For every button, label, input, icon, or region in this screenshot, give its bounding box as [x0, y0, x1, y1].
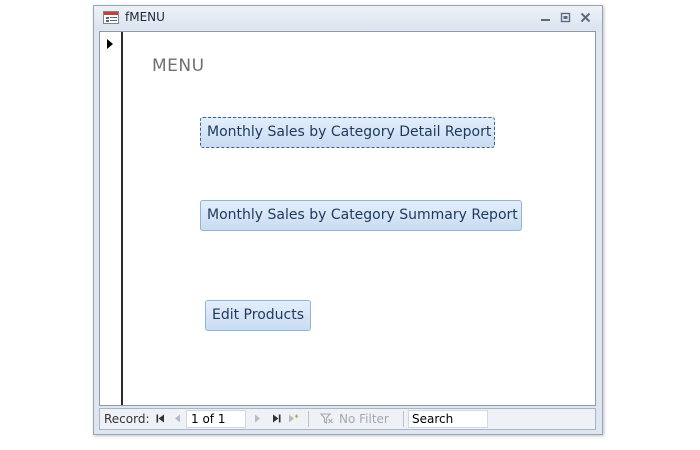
previous-record-icon[interactable] [174, 409, 181, 429]
nav-separator [308, 411, 309, 427]
first-record-icon[interactable] [156, 409, 165, 429]
window-title: fMENU [125, 10, 165, 24]
detail-report-button[interactable]: Monthly Sales by Category Detail Report [200, 117, 495, 148]
title-bar[interactable]: fMENU [94, 6, 602, 30]
record-label: Record: [104, 412, 150, 426]
summary-report-button[interactable]: Monthly Sales by Category Summary Report [200, 200, 522, 231]
record-navigation-bar: Record: 1 of 1 No Filter Search [99, 408, 596, 430]
search-input[interactable]: Search [408, 410, 488, 428]
close-icon[interactable] [580, 12, 591, 23]
form-heading: MENU [152, 56, 205, 76]
nav-separator [403, 411, 404, 427]
record-selector[interactable] [100, 32, 123, 405]
filter-icon[interactable] [320, 409, 334, 429]
current-record-field[interactable]: 1 of 1 [186, 410, 246, 428]
new-record-icon[interactable] [288, 409, 299, 429]
minimize-icon[interactable] [540, 12, 551, 23]
restore-icon[interactable] [560, 12, 571, 23]
form-detail-area: MENU Monthly Sales by Category Detail Re… [99, 31, 596, 406]
edit-products-button[interactable]: Edit Products [205, 300, 311, 331]
next-record-icon[interactable] [254, 409, 261, 429]
form-window: fMENU MENU Monthly Sales by Category Det… [93, 5, 603, 435]
current-record-arrow-icon [107, 39, 113, 49]
last-record-icon[interactable] [272, 409, 281, 429]
form-icon [103, 11, 119, 24]
filter-status[interactable]: No Filter [339, 409, 389, 429]
